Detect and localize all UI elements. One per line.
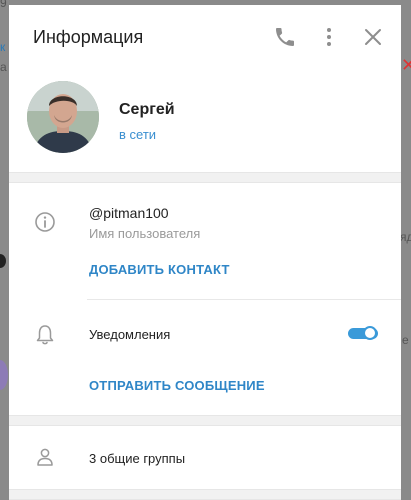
username-caption: Имя пользователя xyxy=(89,226,201,241)
notifications-label: Уведомления xyxy=(89,327,171,342)
background-close-icon: ✕ xyxy=(401,56,411,74)
section-divider xyxy=(9,415,401,426)
profile-name: Сергей xyxy=(119,101,175,118)
person-icon xyxy=(33,445,57,469)
common-groups[interactable]: 3 общие группы xyxy=(89,451,185,466)
bell-icon xyxy=(33,323,57,347)
background-fragment: 9 xyxy=(0,0,7,10)
user-info-dialog: Информация Сергей в сети @pitman100 Имя … xyxy=(9,5,401,500)
profile-section: Сергей в сети xyxy=(9,69,401,173)
row-divider xyxy=(87,299,401,300)
section-divider xyxy=(9,489,401,500)
avatar[interactable] xyxy=(27,81,99,153)
send-message-button[interactable]: ОТПРАВИТЬ СООБЩЕНИЕ xyxy=(89,378,265,393)
section-divider xyxy=(9,172,401,183)
background-avatar xyxy=(0,254,6,268)
background-fragment: к xyxy=(0,40,6,54)
background-fragment: е xyxy=(402,333,409,347)
dialog-title: Информация xyxy=(33,27,144,47)
toggle-knob xyxy=(363,326,377,340)
background-fragment: яд xyxy=(400,230,411,244)
dialog-header: Информация xyxy=(9,5,401,69)
info-icon xyxy=(33,210,57,234)
more-vertical-icon[interactable] xyxy=(317,25,341,49)
phone-icon[interactable] xyxy=(273,25,297,49)
close-icon[interactable] xyxy=(361,25,385,49)
add-contact-button[interactable]: ДОБАВИТЬ КОНТАКТ xyxy=(89,262,230,277)
username: @pitman100 xyxy=(89,205,169,221)
notifications-toggle[interactable] xyxy=(348,325,378,341)
background-avatar xyxy=(0,360,8,390)
background-fragment: а xyxy=(0,60,7,74)
online-status: в сети xyxy=(119,127,157,142)
